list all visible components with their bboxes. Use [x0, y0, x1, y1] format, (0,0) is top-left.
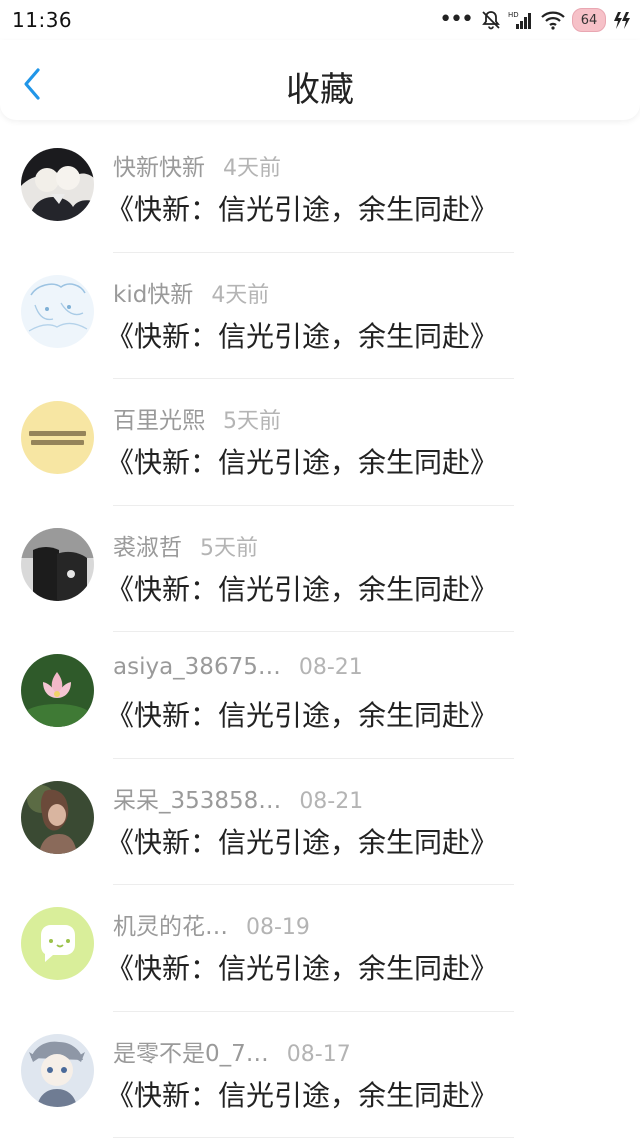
work-title[interactable]: 《快新：信光引途，余生同赴》 — [106, 568, 498, 608]
avatar[interactable] — [21, 780, 94, 854]
avatar[interactable] — [21, 654, 94, 727]
list-item[interactable]: 机灵的花… 08-19 《快新：信光引途，余生同赴》 — [0, 885, 640, 1012]
item-time: 5天前 — [200, 535, 258, 561]
author-name[interactable]: 呆呆_353858… — [113, 781, 281, 815]
avatar[interactable] — [21, 274, 94, 348]
item-meta: asiya_38675… 08-21 — [113, 654, 363, 680]
favorites-list: 快新快新 4天前 《快新：信光引途，余生同赴》 kid快新 4天前 《快新：信光… — [0, 126, 640, 1138]
list-item[interactable]: kid快新 4天前 《快新：信光引途，余生同赴》 — [0, 253, 640, 379]
author-name[interactable]: 快新快新 — [113, 148, 205, 182]
work-title[interactable]: 《快新：信光引途，余生同赴》 — [106, 694, 498, 734]
avatar[interactable] — [21, 401, 94, 474]
status-time: 11:36 — [12, 8, 73, 32]
signal-hd-icon: HD — [508, 9, 534, 31]
list-item[interactable]: asiya_38675… 08-21 《快新：信光引途，余生同赴》 — [0, 632, 640, 759]
item-meta: 裘淑哲 5天前 — [113, 528, 258, 562]
item-time: 4天前 — [211, 282, 270, 308]
list-item[interactable]: 裘淑哲 5天前 《快新：信光引途，余生同赴》 — [0, 506, 640, 632]
author-name[interactable]: kid快新 — [113, 275, 193, 309]
wifi-icon — [540, 9, 566, 31]
work-title[interactable]: 《快新：信光引途，余生同赴》 — [106, 821, 498, 861]
avatar[interactable] — [21, 1033, 94, 1107]
list-item[interactable]: 呆呆_353858… 08-21 《快新：信光引途，余生同赴》 — [0, 759, 640, 885]
work-title[interactable]: 《快新：信光引途，余生同赴》 — [106, 441, 498, 481]
author-name[interactable]: 裘淑哲 — [113, 528, 182, 562]
work-title[interactable]: 《快新：信光引途，余生同赴》 — [106, 315, 498, 355]
more-dots-icon: ••• — [439, 7, 474, 32]
item-time: 08-17 — [286, 1041, 351, 1067]
item-time: 08-21 — [299, 788, 364, 814]
page-title: 收藏 — [286, 70, 354, 110]
item-meta: kid快新 4天前 — [113, 275, 269, 309]
status-bar: 11:36 ••• HD 64 — [0, 0, 640, 40]
author-name[interactable]: 机灵的花… — [113, 907, 228, 941]
avatar[interactable] — [21, 907, 94, 980]
author-name[interactable]: 是零不是0_7… — [113, 1034, 269, 1068]
list-item[interactable]: 百里光熙 5天前 《快新：信光引途，余生同赴》 — [0, 379, 640, 506]
list-item[interactable]: 是零不是0_7… 08-17 《快新：信光引途，余生同赴》 — [0, 1012, 640, 1138]
item-meta: 百里光熙 5天前 — [113, 401, 281, 435]
battery-icon: 64 — [572, 8, 606, 32]
charging-icon — [612, 9, 632, 31]
work-title[interactable]: 《快新：信光引途，余生同赴》 — [106, 188, 498, 228]
item-meta: 快新快新 4天前 — [113, 148, 281, 182]
item-meta: 是零不是0_7… 08-17 — [113, 1034, 351, 1068]
item-time: 08-19 — [246, 915, 310, 940]
item-time: 4天前 — [223, 156, 281, 181]
work-title[interactable]: 《快新：信光引途，余生同赴》 — [106, 1074, 498, 1114]
item-time: 08-21 — [298, 655, 363, 680]
item-meta: 呆呆_353858… 08-21 — [113, 781, 363, 815]
header-bar: 收藏 — [0, 40, 640, 120]
bell-off-icon — [480, 9, 502, 31]
work-title[interactable]: 《快新：信光引途，余生同赴》 — [106, 947, 498, 987]
list-item[interactable]: 快新快新 4天前 《快新：信光引途，余生同赴》 — [0, 126, 640, 253]
item-time: 5天前 — [223, 409, 281, 434]
author-name[interactable]: asiya_38675… — [113, 654, 281, 680]
avatar[interactable] — [21, 527, 94, 601]
status-icons: ••• HD 64 — [439, 6, 632, 34]
item-meta: 机灵的花… 08-19 — [113, 907, 310, 941]
avatar[interactable] — [21, 148, 94, 221]
svg-text:HD: HD — [508, 11, 519, 19]
author-name[interactable]: 百里光熙 — [113, 401, 205, 435]
